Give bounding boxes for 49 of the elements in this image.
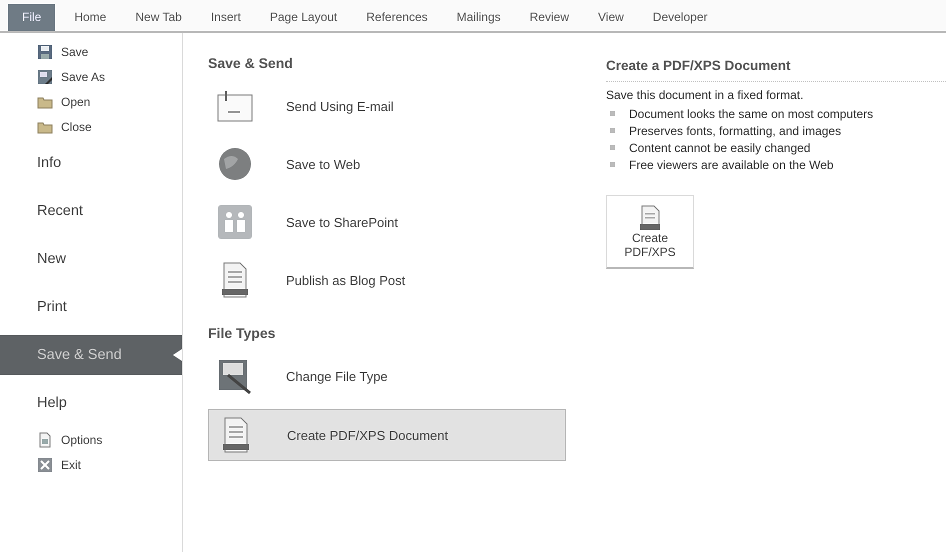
ribbon-tab[interactable]: Insert xyxy=(200,4,251,31)
ribbon-tab[interactable]: References xyxy=(356,4,438,31)
option-item[interactable]: Send Using E-mail xyxy=(208,81,536,131)
ribbon-tab[interactable]: Mailings xyxy=(446,4,511,31)
backstage-tab[interactable]: Recent xyxy=(0,187,182,235)
backstage-tab[interactable]: Info xyxy=(0,139,182,187)
backstage-tab[interactable]: Save & Send xyxy=(0,335,182,375)
bullet-icon xyxy=(610,162,615,167)
description-text: Save this document in a fixed format. xyxy=(606,88,804,102)
section-title: File Types xyxy=(208,324,276,343)
document-icon xyxy=(37,432,53,448)
menu-command[interactable]: Open xyxy=(0,89,182,114)
option-item[interactable]: Change File Type xyxy=(208,351,536,401)
menu-command[interactable]: Exit xyxy=(0,452,182,477)
save-icon xyxy=(37,44,53,60)
file-type-icon xyxy=(216,357,254,395)
menu-command[interactable]: Close xyxy=(0,114,182,139)
ribbon-tab[interactable]: Home xyxy=(64,4,116,31)
globe-icon xyxy=(216,145,254,183)
create-pdf-button[interactable]: Create PDF/XPS xyxy=(606,195,694,269)
menu-command[interactable]: Save As xyxy=(0,64,182,89)
ribbon-tab[interactable]: Page Layout xyxy=(260,4,348,31)
bullet-icon xyxy=(610,145,615,150)
people-icon xyxy=(216,203,254,241)
backstage-tab[interactable]: Print xyxy=(0,283,182,331)
ribbon-tab[interactable]: New Tab xyxy=(125,4,192,31)
close-icon xyxy=(37,456,53,472)
ribbon-tab[interactable]: View xyxy=(588,4,634,31)
bullet-icon xyxy=(610,111,615,116)
panel-title: Create a PDF/XPS Document xyxy=(606,58,946,82)
section-title: Save & Send xyxy=(208,54,294,73)
menu-command[interactable]: Options xyxy=(0,427,182,452)
ribbon-tab[interactable]: Developer xyxy=(642,4,718,31)
backstage-tab[interactable]: New xyxy=(0,235,182,283)
bullet-text: Content cannot be easily changed xyxy=(629,140,810,154)
option-item[interactable]: Create PDF/XPS Document xyxy=(208,409,566,461)
backstage-tab[interactable]: Help xyxy=(0,379,182,427)
save-as-icon xyxy=(37,68,53,84)
option-item[interactable]: Save to Web xyxy=(208,139,536,189)
bullet-text: Preserves fonts, formatting, and images xyxy=(629,124,842,138)
ribbon-tab[interactable]: Review xyxy=(520,4,579,31)
ribbon-tab[interactable]: File xyxy=(8,4,56,31)
option-item[interactable]: Save to SharePoint xyxy=(208,197,536,247)
bullet-text: Free viewers are available on the Web xyxy=(629,158,834,172)
bullet-icon xyxy=(610,128,615,133)
document-icon xyxy=(639,204,661,230)
menu-command[interactable]: Save xyxy=(0,39,182,64)
option-item[interactable]: Publish as Blog Post xyxy=(208,255,536,305)
bullet-text: Document looks the same on most computers xyxy=(629,106,874,120)
